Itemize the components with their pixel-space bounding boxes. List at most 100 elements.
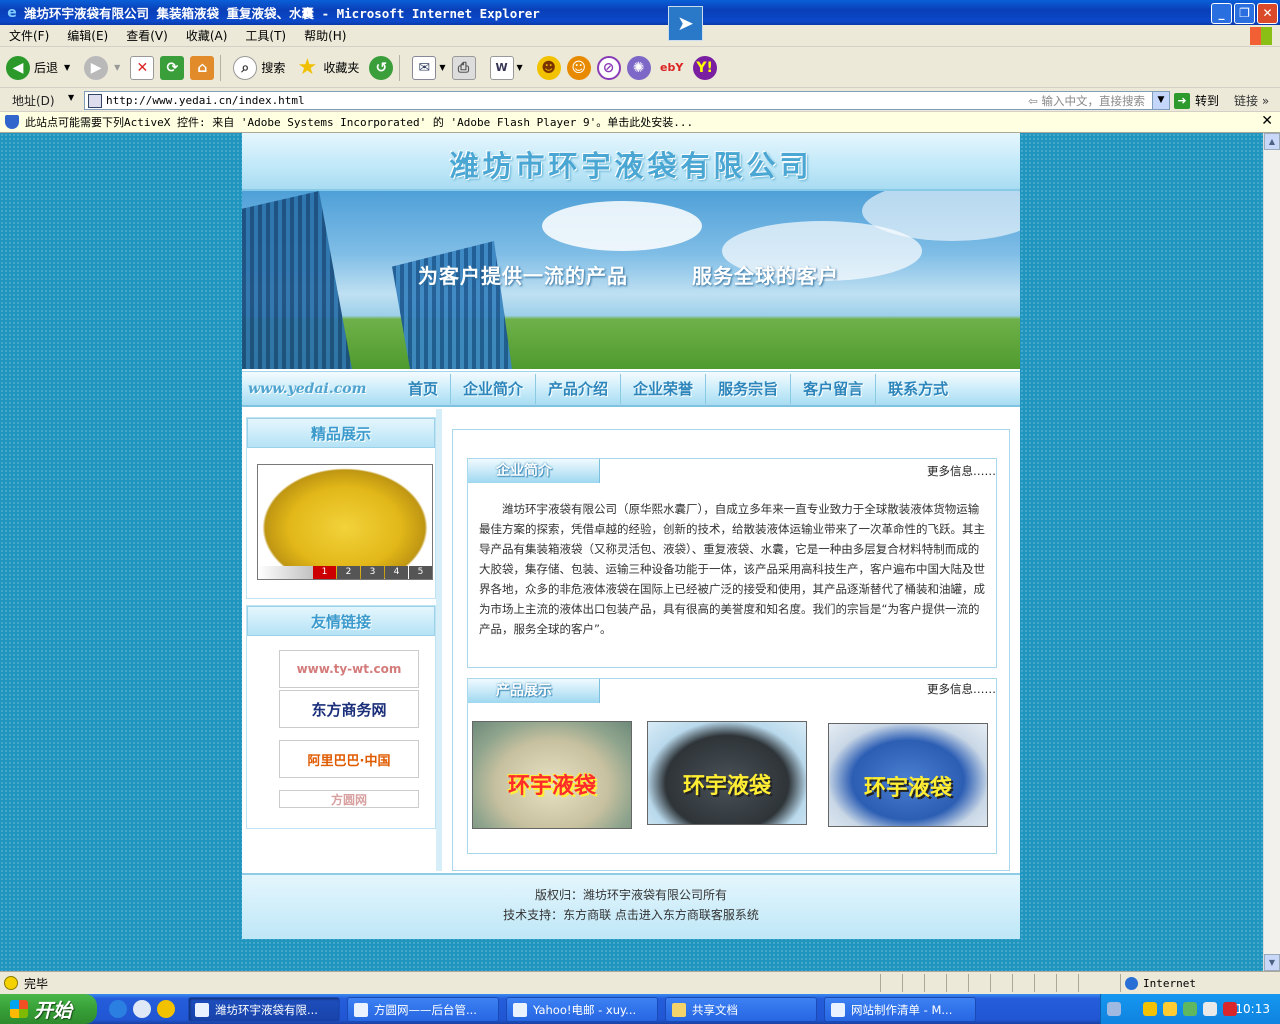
edit-dropdown-icon[interactable]: ▼ — [517, 63, 523, 72]
back-button[interactable]: ◀ 后退 ▼ — [6, 55, 70, 80]
print-icon: ⎙ — [451, 55, 476, 80]
toolbar-separator — [220, 54, 222, 81]
links-button[interactable]: 链接 » — [1234, 92, 1269, 109]
nav-service[interactable]: 服务宗旨 — [705, 373, 790, 404]
desktop-quicklaunch-icon[interactable] — [133, 1000, 151, 1018]
taskbar-item[interactable]: 潍坊环宇液袋有限... — [188, 997, 340, 1022]
globe-icon — [1125, 976, 1138, 990]
address-dropdown-icon[interactable]: ▼ — [1152, 92, 1169, 109]
ie-quicklaunch-icon[interactable] — [109, 1000, 127, 1018]
menu-edit[interactable]: 编辑(E) — [58, 27, 117, 44]
menu-tools[interactable]: 工具(T) — [236, 27, 295, 44]
nav-home[interactable]: 首页 — [400, 374, 450, 404]
site-nav: www.yedai.com 首页 企业简介 产品介绍 企业荣誉 服务宗旨 客户留… — [242, 371, 1020, 407]
history-button[interactable]: ↺ — [369, 55, 394, 80]
search-button[interactable]: ⌕ 搜索 — [233, 55, 285, 80]
go-button[interactable]: ➜ 转到 — [1174, 92, 1219, 109]
start-label: 开始 — [34, 999, 73, 1022]
scroll-down-icon[interactable]: ▼ — [1264, 954, 1280, 971]
menu-view[interactable]: 查看(V) — [117, 27, 177, 44]
windows-logo-icon — [1250, 27, 1272, 45]
nav-products[interactable]: 产品介绍 — [535, 373, 620, 404]
link-logo-biz-east[interactable]: 东方商务网 — [279, 690, 419, 728]
ie-icon: e — [7, 4, 17, 21]
stop-button[interactable]: ✕ — [130, 55, 155, 80]
ebay-button[interactable]: ebY — [657, 56, 687, 80]
menu-help[interactable]: 帮助(H) — [295, 27, 355, 44]
block-icon: ⊘ — [596, 55, 621, 80]
start-button[interactable]: 开始 — [0, 994, 97, 1024]
print-button[interactable]: ⎙ — [451, 55, 476, 80]
vertical-scrollbar[interactable]: ▲ ▼ — [1263, 133, 1280, 971]
activex-info-bar[interactable]: 此站点可能需要下列ActiveX 控件: 来自 'Adobe Systems I… — [0, 112, 1280, 133]
status-text: 完毕 — [24, 976, 49, 991]
face-icon: ☺ — [566, 55, 591, 80]
network-tray-icon[interactable] — [1183, 1002, 1197, 1016]
back-dropdown-icon[interactable]: ▼ — [64, 63, 70, 72]
scroll-up-icon[interactable]: ▲ — [1264, 133, 1280, 150]
link-logo-fangyuan[interactable]: www.ty-wt.com — [279, 650, 419, 688]
pager-item[interactable]: 2 — [337, 566, 360, 579]
taskbar-item[interactable]: 共享文档 — [665, 997, 817, 1022]
close-button[interactable]: ✕ — [1257, 3, 1278, 24]
infobar-text[interactable]: 此站点可能需要下列ActiveX 控件: 来自 'Adobe Systems I… — [25, 114, 693, 130]
featured-box: 精品展示 1 2 3 4 5 — [246, 417, 436, 599]
maximize-button[interactable]: ❐ — [1234, 3, 1255, 24]
pager-item[interactable]: 5 — [409, 566, 432, 579]
about-more-link[interactable]: 更多信息…… — [927, 463, 996, 479]
forward-button[interactable]: ▶ ▼ — [84, 55, 120, 80]
featured-product-image[interactable]: 1 2 3 4 5 — [257, 464, 433, 580]
menu-file[interactable]: 文件(F) — [0, 27, 58, 44]
keyboard-icon[interactable] — [1107, 1002, 1121, 1016]
mail-dropdown-icon[interactable]: ▼ — [439, 63, 445, 72]
edit-button[interactable]: W ▼ — [489, 55, 523, 80]
yahoo-button[interactable]: Y! — [692, 55, 717, 80]
taskbar-item[interactable]: Yahoo!电邮 - xuy... — [506, 997, 658, 1022]
settings-button[interactable]: ✺ — [626, 55, 651, 80]
ie-window-icon — [195, 1002, 209, 1017]
stop-icon: ✕ — [130, 55, 155, 80]
volume-tray-icon[interactable] — [1203, 1002, 1217, 1016]
minimize-button[interactable]: _ — [1211, 3, 1232, 24]
block-button[interactable]: ⊘ — [596, 55, 621, 80]
smiley-tray-icon[interactable] — [1163, 1002, 1177, 1016]
refresh-button[interactable]: ⟳ — [160, 55, 185, 80]
mail-button[interactable]: ✉ ▼ — [412, 55, 446, 80]
address-input[interactable]: http://www.yedai.cn/index.html ⇦ 输入中文，直接… — [84, 91, 1170, 110]
address-url[interactable]: http://www.yedai.cn/index.html — [106, 94, 305, 107]
product-thumbnail[interactable]: 环宇液袋 — [828, 723, 988, 827]
menu-bar: 文件(F) 编辑(E) 查看(V) 收藏(A) 工具(T) 帮助(H) — [0, 25, 1280, 47]
pager-item[interactable]: 1 — [313, 566, 336, 579]
page-viewport: 潍坊市环宇液袋有限公司 为客户提供一流的产品 服务全球的客户 www.yedai… — [0, 133, 1263, 971]
product-thumbnail[interactable]: 环宇液袋 — [472, 721, 632, 829]
menu-favorites[interactable]: 收藏(A) — [177, 27, 237, 44]
nav-site-logo[interactable]: www.yedai.com — [242, 381, 400, 397]
nav-contact[interactable]: 联系方式 — [875, 373, 960, 404]
nav-guestbook[interactable]: 客户留言 — [790, 373, 875, 404]
nav-honors[interactable]: 企业荣誉 — [620, 373, 705, 404]
slideshow-pager: 1 2 3 4 5 — [312, 566, 432, 579]
link-logo-fangyuan-2[interactable]: 方圆网 — [279, 790, 419, 808]
qq-quicklaunch-icon[interactable] — [157, 1000, 175, 1018]
forward-dropdown-icon[interactable]: ▼ — [114, 63, 120, 72]
address-label-dropdown-icon[interactable]: ▼ — [68, 93, 74, 102]
qq-button[interactable]: ☺ — [566, 55, 591, 80]
status-warning-icon — [4, 976, 18, 990]
status-cell — [924, 974, 946, 992]
pager-item[interactable]: 3 — [361, 566, 384, 579]
infobar-close-icon[interactable]: ✕ — [1261, 113, 1273, 129]
product-thumbnail[interactable]: 环宇液袋 — [647, 721, 807, 825]
nav-about[interactable]: 企业简介 — [450, 373, 535, 404]
link-logo-alibaba[interactable]: 阿里巴巴·中国 — [279, 740, 419, 778]
taskbar-item[interactable]: 网站制作清单 - M... — [824, 997, 976, 1022]
im-tray-icon[interactable] — [1143, 1002, 1157, 1016]
favorites-button[interactable]: ★ 收藏夹 — [295, 55, 359, 80]
footer-support[interactable]: 技术支持：东方商联 点击进入东方商联客服系统 — [242, 905, 1020, 925]
status-cells — [880, 974, 1100, 992]
pager-item[interactable]: 4 — [385, 566, 408, 579]
products-more-link[interactable]: 更多信息…… — [927, 681, 996, 697]
gear-icon: ✺ — [626, 55, 651, 80]
messenger-button[interactable]: ☻ — [536, 55, 561, 80]
home-button[interactable]: ⌂ — [190, 55, 215, 80]
taskbar-item[interactable]: 方圆网——后台管... — [347, 997, 499, 1022]
